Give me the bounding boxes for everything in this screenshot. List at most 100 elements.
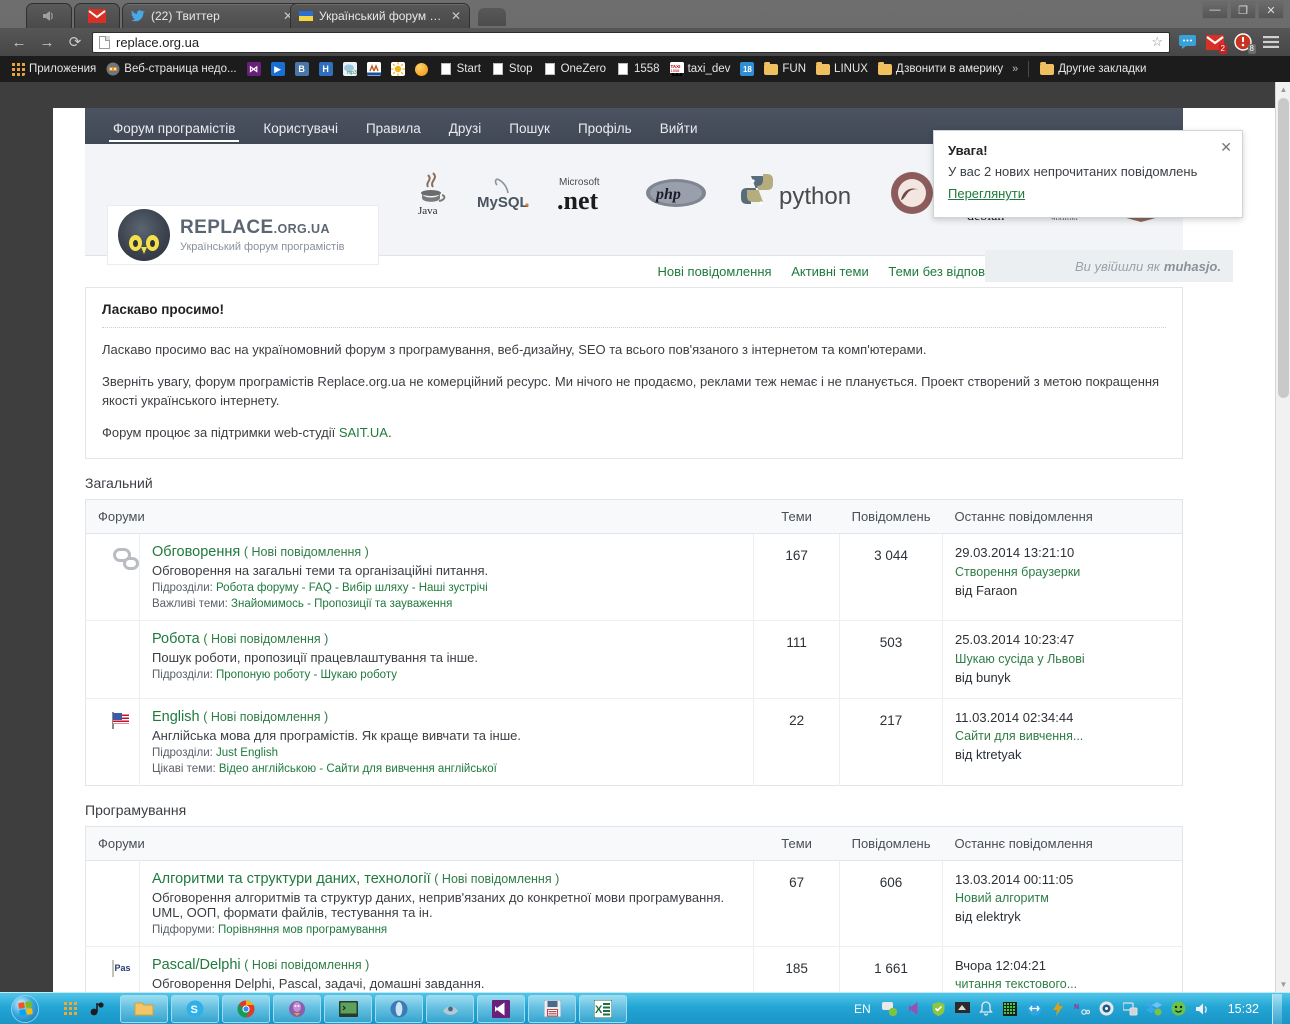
forward-button[interactable]: → [36,31,58,53]
close-button[interactable]: ✕ [1258,1,1284,19]
tray-language-indicator[interactable]: EN [854,1002,871,1016]
link-active-topics[interactable]: Активні теми [791,264,869,279]
taskbar-item-visual-studio[interactable] [477,995,525,1023]
minimize-button[interactable]: — [1202,1,1228,19]
bookmark-star-icon[interactable]: ☆ [1151,34,1163,50]
taskbar-item-skype[interactable]: S [171,995,219,1023]
forum-new-label[interactable]: ( Нові повідомлення ) [203,710,328,724]
last-post-topic-link[interactable]: Шукаю сусіда у Львові [955,652,1085,666]
nav-item-rules[interactable]: Правила [352,121,435,144]
bookmark-vk[interactable]: В [290,60,314,78]
tab-twitter[interactable]: (22) Твиттер ✕ [122,3,302,28]
new-tab-button[interactable] [478,8,506,26]
forum-new-label[interactable]: ( Нові повідомлення ) [434,872,559,886]
nav-item-search[interactable]: Пошук [495,121,564,144]
last-post-topic-link[interactable]: читання текстового... [955,977,1077,991]
gmail-icon[interactable]: 2 [1204,31,1226,53]
subforums-links[interactable]: Порівняння мов програмування [218,924,387,936]
bookmarks-overflow-icon[interactable]: » [1008,63,1022,75]
forum-title-link[interactable]: English [152,709,200,725]
volume-icon[interactable] [1194,1000,1211,1017]
taskbar-item-explorer[interactable] [120,995,168,1023]
bookmark-1558[interactable]: 1558 [611,60,665,78]
dropbox-icon[interactable] [1146,1000,1163,1017]
show-desktop-button[interactable] [1272,994,1282,1024]
forum-title-link[interactable]: Робота [152,631,200,647]
bookmark-taxi-dev[interactable]: TAXI1558 taxi_dev [665,60,736,78]
media-icon[interactable] [88,1000,106,1018]
bookmark-folder-linux[interactable]: LINUX [811,60,873,78]
bookmark-mp3[interactable]: mp3 [338,60,362,78]
grid-green-icon[interactable] [1002,1000,1019,1017]
adblock-icon[interactable]: 8 [1232,31,1254,53]
mini-tab-speaker[interactable] [26,3,72,28]
bookmark-h[interactable]: H [314,60,338,78]
taskbar-item-firefox[interactable] [273,995,321,1023]
chrome-menu-icon[interactable] [1260,31,1282,53]
nav-item-users[interactable]: Користувачі [249,121,352,144]
bookmark-folder-call-america[interactable]: Дзвонити в америку [873,60,1008,78]
forum-new-label[interactable]: ( Нові повідомлення ) [244,545,369,559]
subforums-links[interactable]: Пропоную роботу - Шукаю роботу [216,669,397,681]
tab-forum[interactable]: Український форум прог ✕ [290,3,470,28]
taskbar-item-opera[interactable] [375,995,423,1023]
tab-close-icon[interactable]: ✕ [451,10,461,22]
last-post-topic-link[interactable]: Сайти для вивчення... [955,729,1083,743]
scroll-down-arrow-icon[interactable]: ▼ [1276,977,1290,992]
bell-icon[interactable] [978,1000,995,1017]
disc-icon[interactable] [1098,1000,1115,1017]
taskbar-item-excel[interactable]: X [579,995,627,1023]
chat-bubble-icon[interactable] [1176,31,1198,53]
bookmark-orange[interactable] [410,60,434,78]
bookmark-apps[interactable]: Приложения [6,60,101,78]
page-scrollbar[interactable]: ▲ ▼ [1275,82,1290,992]
taskbar-item-save[interactable] [528,995,576,1023]
scrollbar-thumb[interactable] [1278,98,1289,398]
bookmark-folder-fun[interactable]: FUN [759,60,811,78]
forum-title-link[interactable]: Обговорення [152,544,240,560]
address-bar[interactable]: replace.org.ua ☆ [92,32,1170,53]
important-topics-links[interactable]: Знайомимось - Пропозиції та зауваження [231,598,452,610]
bookmark-stop[interactable]: Stop [486,60,538,78]
nav-item-friends[interactable]: Друзі [435,121,495,144]
bookmark-rma[interactable] [362,60,386,78]
link-sait-ua[interactable]: SAIT.UA [339,425,388,440]
visual-studio-tray-icon[interactable] [906,1000,923,1017]
subforums-links[interactable]: Робота форуму - FAQ - Вибір шляху - Наші… [216,582,488,594]
network-icon[interactable] [1122,1000,1139,1017]
bookmark-calendar[interactable]: 18 [735,60,759,78]
last-post-topic-link[interactable]: Новий алгоритм [955,891,1049,905]
taskbar-clock[interactable]: 15:32 [1228,1002,1259,1016]
messenger-icon[interactable] [882,1000,899,1017]
snip-icon[interactable]: N [1074,1000,1091,1017]
bookmark-sun[interactable] [386,60,410,78]
link-new-messages[interactable]: Нові повідомлення [658,264,772,279]
maximize-button[interactable]: ❐ [1230,1,1256,19]
bookmark-play[interactable]: ▶ [266,60,290,78]
notification-link[interactable]: Переглянути [948,186,1025,201]
start-button[interactable] [2,994,48,1024]
bookmark-visual-studio[interactable]: ⋈ [242,60,266,78]
taskbar-item-wireshark[interactable] [426,995,474,1023]
bookmark-onezero[interactable]: OneZero [538,60,611,78]
forum-new-label[interactable]: ( Нові повідомлення ) [203,632,328,646]
taskbar-item-chrome[interactable] [222,995,270,1023]
nav-item-profile[interactable]: Профіль [564,121,646,144]
scroll-up-arrow-icon[interactable]: ▲ [1276,82,1290,97]
reload-button[interactable]: ⟳ [64,31,86,53]
bookmark-start[interactable]: Start [434,60,486,78]
subforums-links[interactable]: Just English [216,747,278,759]
smiley-icon[interactable] [1170,1000,1187,1017]
forum-title-link[interactable]: Pascal/Delphi [152,957,241,973]
bookmark-other-bookmarks[interactable]: Другие закладки [1035,60,1151,78]
nav-item-forum[interactable]: Форум програмістів [99,121,249,144]
nav-item-logout[interactable]: Вийти [646,121,712,144]
forum-new-label[interactable]: ( Нові повідомлення ) [244,958,369,972]
bookmark-broken-page[interactable]: Веб-страница недо... [101,60,241,78]
taskbar-item-terminal[interactable] [324,995,372,1023]
teamviewer-icon[interactable] [1026,1000,1043,1017]
forum-title-link[interactable]: Алгоритми та структури даних, технології [152,871,431,887]
site-logo[interactable]: REPLACE.ORG.UA Український форум програм… [108,206,378,264]
monitor-icon[interactable] [954,1000,971,1017]
flash-icon[interactable] [1050,1000,1067,1017]
